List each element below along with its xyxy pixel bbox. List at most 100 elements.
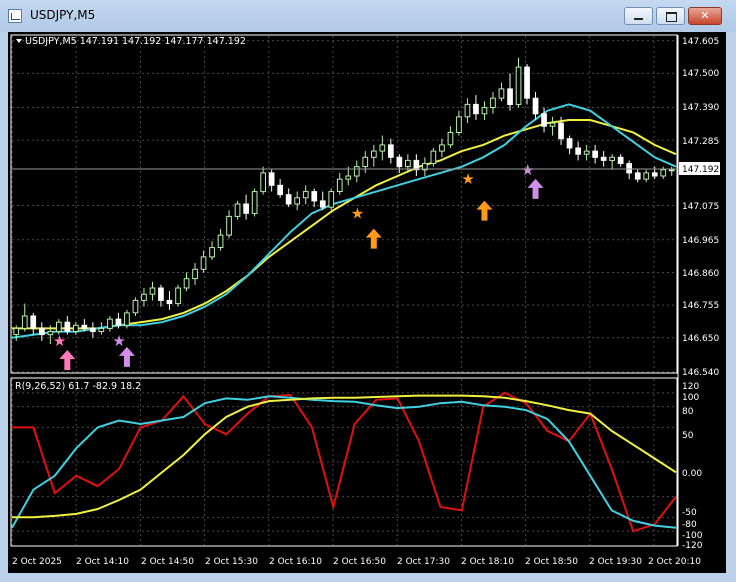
close-button[interactable] (688, 7, 722, 25)
price-tick-label: 146.755 (682, 301, 719, 311)
candle-body (498, 88, 505, 99)
chart-window-icon (8, 9, 22, 23)
level-tick-label: 120 (682, 382, 699, 392)
candle-body (413, 159, 420, 171)
candle-body (566, 138, 573, 149)
level-tick-label: -120 (682, 541, 703, 551)
candle-body (192, 268, 198, 280)
oscillator-lines (11, 391, 677, 533)
candle-body (396, 156, 403, 168)
candle-body (456, 116, 462, 134)
price-tick-label: 147.285 (682, 137, 719, 147)
candle-body (226, 215, 232, 236)
minimize-button[interactable] (624, 7, 653, 25)
signal-arrow-up-icon (365, 228, 382, 249)
candle-body (634, 172, 641, 180)
candle-body (251, 191, 258, 214)
candle-body (311, 191, 318, 202)
price-tick-label: 146.860 (682, 269, 719, 279)
candle-body (532, 97, 539, 115)
candle-body (328, 191, 335, 208)
candle-body (609, 156, 615, 161)
candle-body (353, 166, 360, 177)
collapse-triangle-icon[interactable] (16, 39, 22, 43)
candle-body (447, 131, 454, 146)
candle-body (575, 147, 581, 155)
candle-body (285, 194, 292, 205)
candle-body (405, 159, 411, 168)
signal-arrow-up-icon (527, 178, 544, 199)
candle-body (660, 169, 667, 177)
time-tick-label: 2 Oct 14:10 (76, 557, 129, 567)
price-tick-label: 147.605 (682, 37, 719, 47)
signal-arrow-up-icon (59, 350, 76, 370)
chart-canvas[interactable]: ★ ★ ★ ★ ★ USDJPY,M5 147.191 147.192 147.177 … (8, 32, 726, 573)
candle-body (294, 197, 300, 205)
candle-body (81, 324, 88, 329)
maximize-button[interactable] (656, 7, 685, 25)
candle-body (558, 122, 564, 140)
price-tick-label: 147.075 (682, 202, 719, 212)
candle-body (209, 247, 215, 258)
candle-body (345, 175, 352, 180)
candle-body (107, 318, 113, 329)
candle-body (617, 156, 624, 165)
time-tick-label: 2 Oct 20:10 (648, 557, 701, 567)
candle-body (21, 315, 28, 329)
candle-body (319, 200, 326, 208)
candle-body (668, 169, 675, 172)
level-tick-label: -100 (682, 531, 703, 541)
candle-body (39, 327, 45, 336)
current-price-label: 147.192 (682, 165, 719, 175)
level-axis: 120 100 80 50 0.00 -50 -80 -100 -120 (682, 382, 703, 551)
moving-average-lines (11, 103, 677, 339)
candle-body (268, 172, 275, 186)
candle-body (600, 156, 607, 161)
signal-star-icon: ★ (351, 204, 364, 222)
main-info-label: USDJPY,M5 147.191 147.192 147.177 147.19… (25, 36, 246, 47)
candle-body (643, 172, 650, 180)
time-tick-label: 2 Oct 15:30 (205, 557, 258, 567)
candle-body (149, 287, 156, 295)
signal-arrow-up-icon (476, 200, 493, 221)
level-tick-label: -50 (682, 508, 697, 518)
chart-frame[interactable]: ★ ★ ★ ★ ★ USDJPY,M5 147.191 147.192 147.177 … (8, 32, 726, 573)
candle-body (56, 321, 62, 333)
signal-markers: ★ ★ ★ ★ ★ (53, 161, 544, 370)
signal-star-icon: ★ (53, 332, 66, 350)
candle-body (515, 66, 522, 105)
window-title: USDJPY,M5 (30, 8, 96, 22)
candle-body (541, 113, 547, 127)
time-tick-label: 2 Oct 16:10 (269, 557, 322, 567)
price-tick-label: 146.540 (682, 368, 719, 378)
level-tick-label: 80 (682, 407, 694, 417)
candle-body (302, 191, 309, 199)
candle-body (388, 144, 394, 158)
candle-body (592, 150, 598, 158)
signal-star-icon: ★ (112, 332, 125, 350)
level-tick-label: 0.00 (682, 469, 702, 479)
candle-body (115, 318, 122, 326)
candle-body (473, 103, 479, 115)
ma-fast-line (11, 103, 677, 339)
candle-body (132, 299, 139, 314)
candle-body (124, 312, 130, 326)
candle-body (583, 150, 590, 155)
time-tick-label: 2 Oct 2025 (12, 557, 62, 567)
sub-info-label: R(9,26,52) 61.7 -82.9 18.2 (15, 381, 141, 392)
candle-body (549, 122, 556, 127)
candle-body (90, 327, 96, 332)
signal-star-icon: ★ (521, 161, 534, 179)
time-axis: 2 Oct 2025 2 Oct 14:10 2 Oct 14:50 2 Oct… (12, 557, 701, 567)
candle-body (277, 184, 283, 196)
candle-body (158, 287, 164, 301)
time-tick-label: 2 Oct 19:30 (589, 557, 642, 567)
candle-body (362, 156, 369, 168)
candle-body (166, 299, 173, 304)
candle-body (217, 234, 224, 249)
level-tick-label: 50 (682, 431, 694, 441)
price-axis: 147.605 147.500 147.390 147.285 147.075 … (682, 37, 719, 378)
price-tick-label: 146.650 (682, 334, 719, 344)
price-tick-label: 147.390 (682, 103, 719, 113)
time-tick-label: 2 Oct 14:50 (141, 557, 194, 567)
